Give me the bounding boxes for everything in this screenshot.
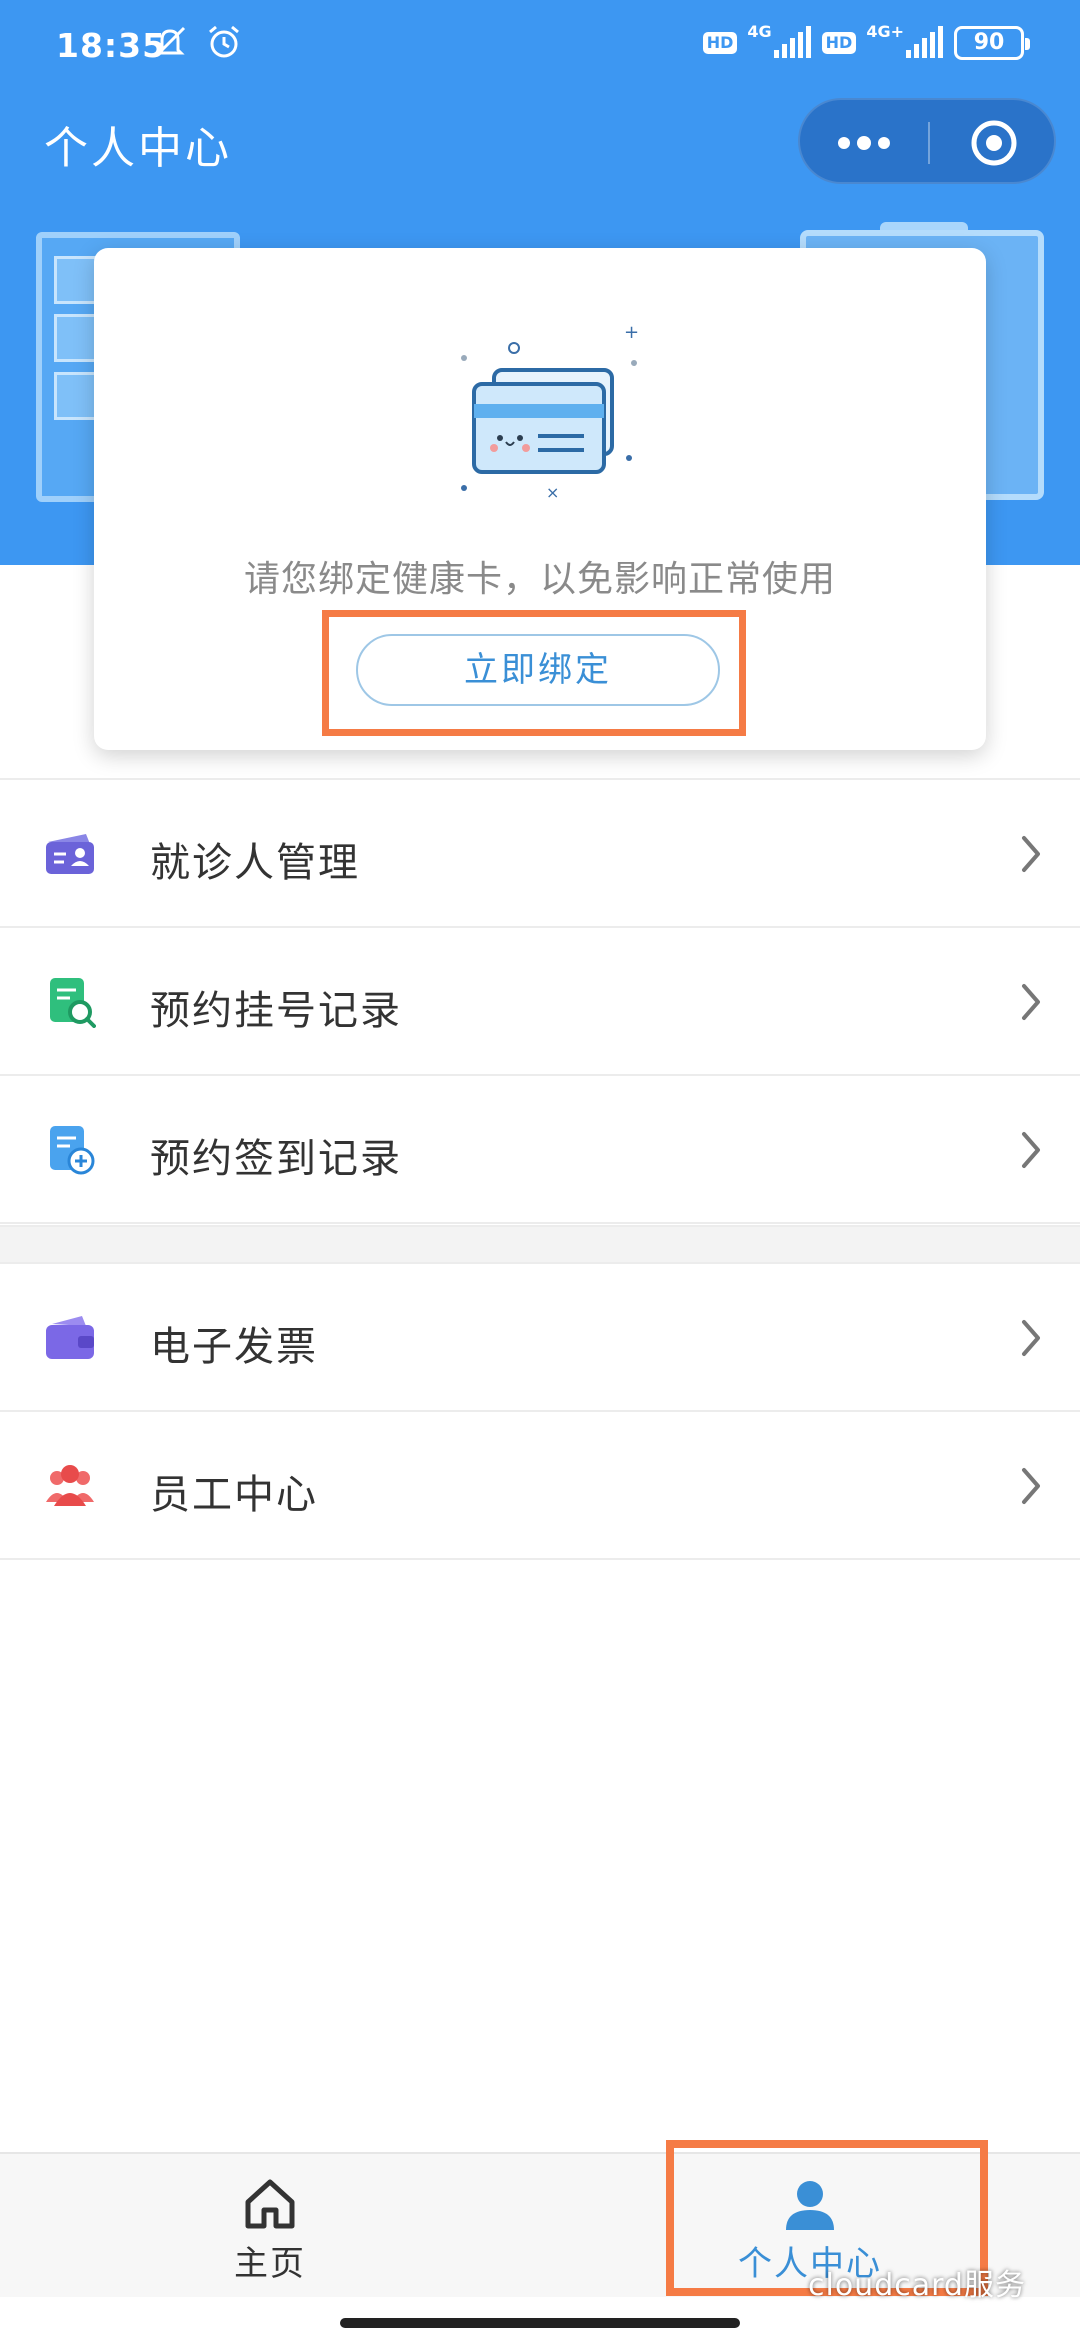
chevron-right-icon bbox=[1022, 984, 1040, 1020]
menu-item-label: 预约签到记录 bbox=[150, 1136, 402, 1182]
svg-text:+: + bbox=[624, 322, 639, 343]
chevron-right-icon bbox=[1022, 836, 1040, 872]
menu-group-other: 电子发票 员工中心 bbox=[0, 1262, 1080, 1560]
menu-item-checkin-records[interactable]: 预约签到记录 bbox=[0, 1076, 1080, 1224]
person-icon bbox=[786, 2181, 834, 2230]
miniprogram-capsule bbox=[798, 98, 1056, 184]
status-bar: 18:35 HD 4G HD 4G+ 90 bbox=[0, 0, 1080, 95]
menu-item-e-invoice[interactable]: 电子发票 bbox=[0, 1264, 1080, 1412]
alarm-icon bbox=[209, 25, 239, 58]
tab-label: 主页 bbox=[234, 2244, 306, 2284]
menu-group-records: 就诊人管理 预约挂号记录 预约签到记录 bbox=[0, 778, 1080, 1224]
staff-group-icon bbox=[46, 1465, 94, 1506]
menu-item-label: 员工中心 bbox=[150, 1472, 318, 1518]
checkin-add-icon bbox=[50, 1126, 95, 1175]
page-title: 个人中心 bbox=[44, 123, 232, 174]
battery-indicator: 90 bbox=[954, 26, 1030, 60]
more-button[interactable] bbox=[800, 100, 928, 186]
svg-text:×: × bbox=[546, 483, 559, 502]
network-type-2: 4G+ bbox=[866, 21, 904, 41]
hd-badge-1: HD bbox=[702, 32, 738, 54]
bind-now-button[interactable]: 立即绑定 bbox=[356, 634, 720, 706]
more-dots-icon bbox=[838, 136, 890, 150]
patient-card-icon bbox=[46, 834, 94, 874]
home-icon bbox=[245, 2179, 295, 2229]
mute-icon bbox=[154, 26, 186, 58]
menu-item-label: 就诊人管理 bbox=[150, 840, 360, 886]
wallet-icon bbox=[46, 1316, 94, 1359]
signal-icon bbox=[773, 26, 811, 58]
health-card-illustration-icon: + × bbox=[461, 322, 639, 502]
menu-item-patient-management[interactable]: 就诊人管理 bbox=[0, 780, 1080, 928]
signal-icon-2 bbox=[906, 26, 943, 58]
chevron-right-icon bbox=[1022, 1320, 1040, 1356]
chevron-right-icon bbox=[1022, 1132, 1040, 1168]
registration-search-icon bbox=[50, 978, 96, 1028]
tab-home[interactable]: 主页 bbox=[0, 2154, 540, 2299]
menu-item-staff-center[interactable]: 员工中心 bbox=[0, 1412, 1080, 1560]
bind-card-message: 请您绑定健康卡，以免影响正常使用 bbox=[243, 559, 836, 600]
bind-health-card-panel: + × 请您绑定健康卡，以免影响正常使用 立即绑定 bbox=[94, 248, 986, 750]
menu-item-label: 电子发票 bbox=[150, 1324, 318, 1370]
close-miniprogram-button[interactable] bbox=[930, 100, 1058, 186]
hd-badge-2: HD bbox=[821, 32, 857, 54]
menu-group-divider bbox=[0, 1225, 1080, 1262]
menu-item-registration-records[interactable]: 预约挂号记录 bbox=[0, 928, 1080, 1076]
home-indicator[interactable] bbox=[340, 2318, 740, 2328]
target-circle-icon bbox=[971, 120, 1017, 166]
watermark-text: cloudcard服务 bbox=[808, 2268, 1026, 2303]
chevron-right-icon bbox=[1022, 1468, 1040, 1504]
network-type-1: 4G bbox=[747, 21, 772, 41]
menu-item-label: 预约挂号记录 bbox=[150, 988, 402, 1034]
